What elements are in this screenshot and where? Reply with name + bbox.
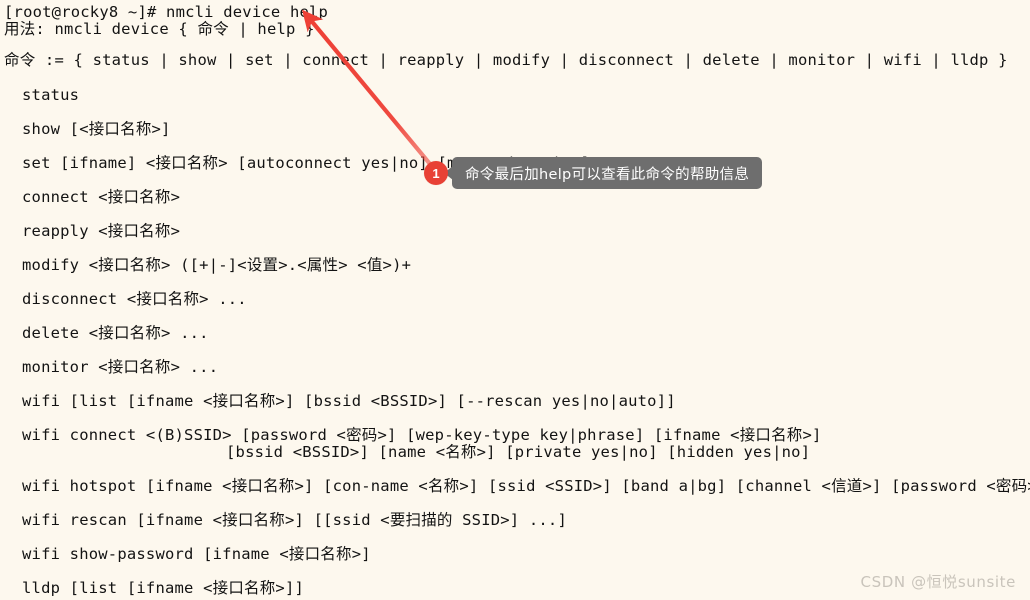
command-line-reapply: reapply <接口名称> (22, 222, 181, 240)
annotation-tooltip-text: 命令最后加help可以查看此命令的帮助信息 (465, 166, 750, 183)
command-line-wifi-list: wifi [list [ifname <接口名称>] [bssid <BSSID… (22, 392, 676, 410)
command-line-wifi-show-password: wifi show-password [ifname <接口名称>] (22, 545, 371, 563)
command-line-connect: connect <接口名称> (22, 188, 181, 206)
terminal-output-pane: [root@rocky8 ~]# nmcli device help 用法: n… (0, 0, 1030, 600)
annotation-badge-1[interactable]: 1 (424, 161, 448, 185)
usage-line: 用法: nmcli device { 命令 | help } (4, 20, 315, 38)
command-line-status: status (22, 86, 80, 104)
commands-header-line: 命令 := { status | show | set | connect | … (4, 51, 1008, 69)
command-line-wifi-connect: wifi connect <(B)SSID> [password <密码>] [… (22, 426, 822, 444)
command-line-wifi-connect-cont: [bssid <BSSID>] [name <名称>] [private yes… (226, 443, 811, 461)
command-line-wifi-hotspot: wifi hotspot [ifname <接口名称>] [con-name <… (22, 477, 1030, 495)
csdn-watermark: CSDN @恒悦sunsite (860, 573, 1016, 591)
command-line-wifi-rescan: wifi rescan [ifname <接口名称>] [[ssid <要扫描的… (22, 511, 567, 529)
annotation-badge-number: 1 (432, 165, 440, 181)
command-line-disconnect: disconnect <接口名称> ... (22, 290, 247, 308)
command-line-show: show [<接口名称>] (22, 120, 171, 138)
command-line-delete: delete <接口名称> ... (22, 324, 209, 342)
annotation-tooltip: 命令最后加help可以查看此命令的帮助信息 (452, 157, 763, 189)
command-line-modify: modify <接口名称> ([+|-]<设置>.<属性> <值>)+ (22, 256, 412, 274)
shell-prompt-line: [root@rocky8 ~]# nmcli device help (4, 3, 329, 21)
command-line-lldp: lldp [list [ifname <接口名称>]] (22, 579, 305, 597)
command-line-monitor: monitor <接口名称> ... (22, 358, 219, 376)
